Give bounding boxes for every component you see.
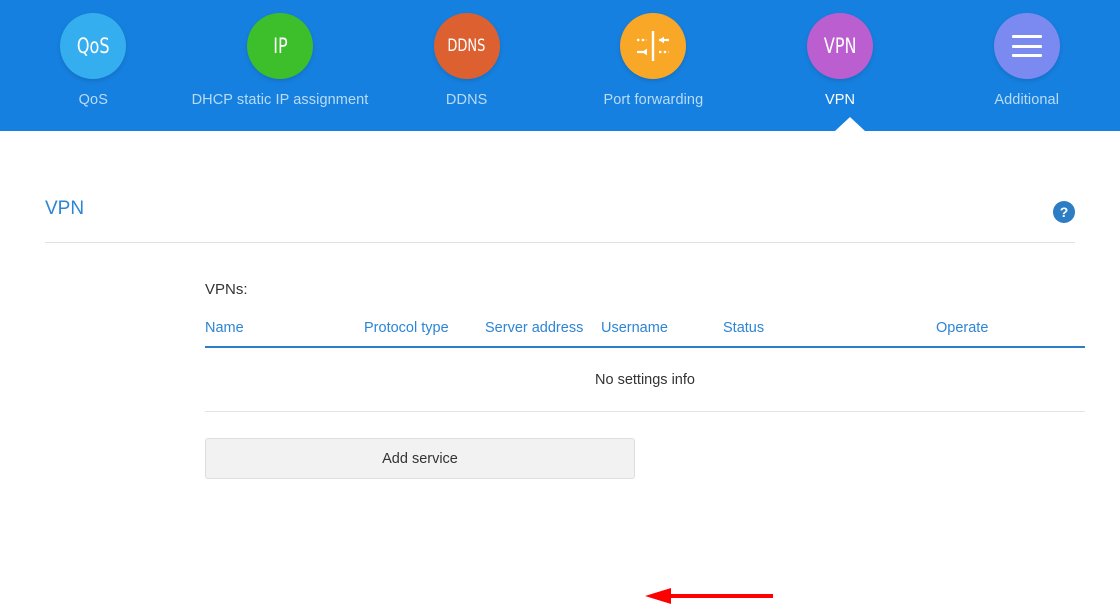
vpn-table-header: Name Protocol type Server address Userna… (205, 320, 1085, 348)
nav-item-vpn[interactable]: VPN VPN (747, 0, 934, 108)
vpn-panel: VPNs: Name Protocol type Server address … (205, 281, 1085, 479)
nav-item-label-vpn: VPN (824, 92, 856, 108)
ddns-badge-label: DDNS (447, 35, 486, 56)
main-content: VPN ? VPNs: Name Protocol type Server ad… (0, 131, 1120, 604)
nav-item-label-additional: Additional (994, 92, 1060, 108)
qos-badge-icon[interactable]: QoS (60, 13, 127, 79)
qos-badge-label: QoS (76, 33, 110, 58)
vpn-badge-label: VPN (823, 33, 857, 58)
column-header-server-address[interactable]: Server address (485, 320, 583, 336)
column-header-name[interactable]: Name (205, 320, 244, 336)
page-header: VPN ? (45, 198, 1075, 244)
column-header-operate[interactable]: Operate (936, 320, 988, 336)
empty-state-row: No settings info (205, 348, 1085, 412)
nav-item-additional[interactable]: Additional (933, 0, 1120, 108)
top-navigation-bar: QoS QoS IP DHCP static IP assignment DDN… (0, 0, 1120, 131)
port-forwarding-icon[interactable] (620, 13, 687, 79)
nav-item-dhcp[interactable]: IP DHCP static IP assignment (187, 0, 374, 108)
empty-state-message: No settings info (595, 371, 695, 388)
add-service-button[interactable]: Add service (205, 438, 635, 479)
nav-item-list: QoS QoS IP DHCP static IP assignment DDN… (0, 0, 1120, 131)
header-divider (45, 242, 1075, 243)
hamburger-icon[interactable] (993, 13, 1060, 79)
nav-item-label-port-forwarding: Port forwarding (603, 92, 704, 108)
ddns-badge-icon[interactable]: DDNS (433, 13, 500, 79)
column-header-status[interactable]: Status (723, 320, 764, 336)
help-icon[interactable]: ? (1053, 201, 1075, 223)
nav-item-label-qos: QoS (78, 92, 108, 108)
nav-item-label-ddns: DDNS (445, 92, 488, 108)
vpn-badge-icon[interactable]: VPN (807, 13, 874, 79)
vpns-section-label: VPNs: (205, 281, 248, 298)
ip-badge-label: IP (272, 33, 288, 58)
ip-badge-icon[interactable]: IP (247, 13, 313, 79)
column-header-protocol-type[interactable]: Protocol type (364, 320, 449, 336)
hamburger-glyph (1011, 35, 1042, 57)
column-header-username[interactable]: Username (601, 320, 668, 336)
nav-item-label-dhcp: DHCP static IP assignment (191, 92, 369, 108)
nav-item-ddns[interactable]: DDNS DDNS (373, 0, 560, 108)
port-forwarding-glyph (637, 31, 670, 61)
page-title: VPN (45, 198, 85, 219)
nav-item-qos[interactable]: QoS QoS (0, 0, 187, 108)
active-tab-pointer (835, 117, 865, 131)
nav-item-port-forwarding[interactable]: Port forwarding (560, 0, 747, 108)
table-actions: Add service (205, 412, 1085, 479)
annotation-arrow-icon (645, 588, 773, 604)
